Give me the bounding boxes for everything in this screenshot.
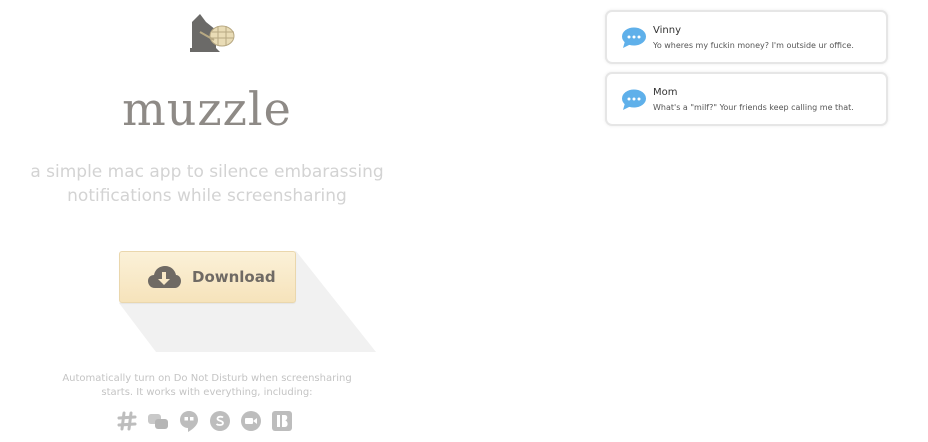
skype-icon <box>209 410 231 432</box>
cloud-download-icon <box>148 266 181 288</box>
supported-apps <box>116 410 293 432</box>
notification-card[interactable]: Mom What's a "milf?" Your friends keep c… <box>605 72 888 126</box>
notification-message: What's a "milf?" Your friends keep calli… <box>653 103 854 112</box>
notification-message: Yo wheres my fuckin money? I'm outside u… <box>653 41 854 50</box>
notification-sender: Mom <box>653 87 678 98</box>
messages-icon <box>622 27 646 48</box>
muzzled-dog-icon <box>190 14 235 52</box>
download-button[interactable]: Download <box>119 251 296 303</box>
notification-sender: Vinny <box>653 25 681 36</box>
page: muzzle a simple mac app to silence embar… <box>0 0 928 442</box>
hangouts-icon <box>178 410 200 432</box>
bluejeans-icon <box>271 410 293 432</box>
gotomeeting-icon <box>147 410 169 432</box>
footnote: Automatically turn on Do Not Disturb whe… <box>62 373 352 398</box>
messages-icon <box>622 89 646 110</box>
notification-card[interactable]: Vinny Yo wheres my fuckin money? I'm out… <box>605 10 888 64</box>
tagline: a simple mac app to silence embarassing … <box>30 162 384 206</box>
facetime-icon <box>240 410 262 432</box>
slack-icon <box>116 410 138 432</box>
download-label: Download <box>192 268 276 286</box>
app-wordmark: muzzle <box>122 82 292 136</box>
